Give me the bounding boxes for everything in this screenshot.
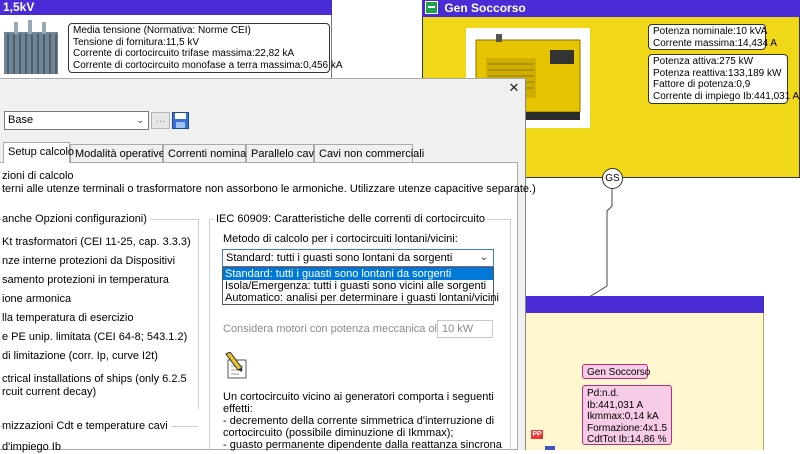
iec-group-border-left <box>209 219 210 450</box>
iec-group-title: IEC 60909: Caratteristiche delle corrent… <box>214 213 488 226</box>
left-group-border-right <box>198 219 199 409</box>
line-details-box: Pd:n.d. Ib:441,031 A Ikmmax:0,14 kA Form… <box>582 385 672 445</box>
tab-label: Correnti nominali <box>168 148 252 160</box>
tab-parallelo-cavi[interactable]: Parallelo cavi <box>246 144 317 162</box>
option-label[interactable]: nze interne protezioni da Dispositivi <box>2 255 175 268</box>
option-label[interactable]: e PE unip. limitata (CEI 64-8; 543.1.2) <box>2 331 187 344</box>
tab-modalita-operative[interactable]: Modalità operative <box>70 144 165 162</box>
bottom-group-title: mizzazioni Cdt e temperature cavi <box>2 420 171 433</box>
generator-panel-header: Gen Soccorso <box>422 0 800 17</box>
dialog-close-button[interactable]: ✕ <box>505 80 523 96</box>
option-label[interactable]: di limitazione (corr. Ip, curve I2t) <box>2 350 158 363</box>
option-label-continued: rcuit current decay) <box>2 386 97 398</box>
generator-panel-title: Gen Soccorso <box>444 1 526 15</box>
generator-rating-line: Corrente massima:14,434 A <box>653 37 777 49</box>
left-panel-title: 1,5kV <box>3 0 35 14</box>
option-label[interactable]: lla temperatura di esercizio <box>2 312 133 325</box>
tab-label: Setup calcolo <box>8 146 75 158</box>
options-note: terni alle utenze terminali o trasformat… <box>2 183 536 195</box>
transformer-info-line: Corrente di cortocircuito trifase massim… <box>73 48 295 59</box>
method-option-automatico[interactable]: Automatico: analisi per determinare i gu… <box>223 292 499 304</box>
generator-rating-line: Potenza nominale:10 kVA <box>653 26 768 37</box>
method-label: Metodo di calcolo per i cortocircuiti lo… <box>223 233 458 245</box>
profile-select[interactable]: Base ⌄ <box>4 111 149 130</box>
option-label[interactable]: Kt trasformatori (CEI 11-25, cap. 3.3.3) <box>2 236 191 249</box>
option-label[interactable]: ione armonica <box>2 293 71 306</box>
tab-setup-calcolo[interactable]: Setup calcolo <box>3 142 74 163</box>
gs-symbol-label: GS <box>605 173 620 184</box>
transformer-info-line: Corrente di cortocircuito monofase a ter… <box>73 59 343 71</box>
method-select-value: Standard: tutti i guasti sono lontani da… <box>226 252 453 264</box>
line-detail: Ikmmax:0,14 kA <box>587 411 659 422</box>
left-group-title: anche Opzioni configurazioni) <box>2 213 150 226</box>
pp-badge: PP <box>531 430 543 439</box>
gen-soccorso-node-label[interactable]: Gen Soccorso <box>582 364 651 379</box>
gs-symbol[interactable]: GS <box>602 168 623 189</box>
method-option-standard[interactable]: Standard: tutti i guasti sono lontani da… <box>223 268 493 280</box>
method-option-isola[interactable]: Isola/Emergenza: tutti i guasti sono vic… <box>223 280 493 292</box>
motors-value-field[interactable]: 10 kW <box>437 320 493 338</box>
profile-browse-button[interactable]: ... <box>151 112 170 129</box>
close-icon: ✕ <box>508 80 520 95</box>
chevron-down-icon: ⌄ <box>136 115 144 125</box>
minimize-icon[interactable] <box>425 1 438 15</box>
generator-rating-box: Potenza nominale:10 kVA Corrente massima… <box>648 24 777 50</box>
browse-button-label: ... <box>155 113 166 125</box>
iec-group-border-right <box>510 219 511 450</box>
transformer-info-box: Media tensione (Normativa: Norme CEI) Te… <box>68 23 343 73</box>
lower-panel-header <box>526 296 764 313</box>
chevron-down-icon: ⌄ <box>479 252 488 263</box>
save-icon[interactable] <box>172 112 189 129</box>
profile-select-value: Base <box>8 114 34 126</box>
line-detail: Formazione:4x1.5 <box>587 422 668 434</box>
note-pencil-icon <box>224 351 248 380</box>
option-label[interactable]: ctrical installations of ships (only 6.2… <box>2 373 187 386</box>
note-line: Un cortocircuito vicino ai generatori co… <box>223 391 494 403</box>
pp-badge-text: PP <box>532 431 542 438</box>
motors-value: 10 kW <box>442 323 474 335</box>
generator-power-box: Potenza attiva:275 kW Potenza reattiva:1… <box>648 54 800 104</box>
method-select[interactable]: Standard: tutti i guasti sono lontani da… <box>222 249 494 267</box>
line-detail: Pd:n.d. <box>587 388 619 399</box>
left-panel-header: 1,5kV <box>0 0 332 15</box>
node-label-text: Gen Soccorso <box>587 367 651 378</box>
line-detail: Ib:441,031 A <box>587 399 644 411</box>
tab-cavi-non-commerciali[interactable]: Cavi non commerciali <box>314 144 424 162</box>
tab-label: Parallelo cavi <box>251 148 317 160</box>
generator-power-line: Fattore di potenza:0,9 <box>653 79 751 90</box>
bottom-group-cut-text: d'impiego Ib <box>2 441 61 453</box>
generator-power-line: Potenza attiva:275 kW <box>653 56 754 67</box>
motors-label: Considera motori con potenza meccanica o… <box>223 323 453 335</box>
line-detail: CdtTot Ib:14,86 % <box>587 434 667 445</box>
option-label[interactable]: samento protezioni in temperatura <box>2 274 169 287</box>
options-title: zioni di calcolo <box>2 170 74 182</box>
tab-label: Modalità operative <box>75 148 165 160</box>
note-line: - guasto permanente dipendente dalla rea… <box>223 439 502 451</box>
method-option-label: Isola/Emergenza: tutti i guasti sono vic… <box>225 280 487 292</box>
transformer-info-line: Tensione di fornitura:11,5 kV <box>73 36 200 48</box>
tab-label: Cavi non commerciali <box>319 148 425 160</box>
method-option-label: Standard: tutti i guasti sono lontani da… <box>225 268 452 280</box>
generator-power-line: Corrente di impiego Ib:441,031 A <box>653 90 800 102</box>
method-dropdown-list: Standard: tutti i guasti sono lontani da… <box>222 267 499 305</box>
generator-power-line: Potenza reattiva:133,189 kW <box>653 67 782 79</box>
method-option-label: Automatico: analisi per determinare i gu… <box>225 292 499 304</box>
transformer-image <box>0 18 64 76</box>
tab-page <box>0 162 518 450</box>
transformer-info-line: Media tensione (Normativa: Norme CEI) <box>73 25 251 36</box>
tab-correnti-nominali[interactable]: Correnti nominali <box>163 144 251 162</box>
small-marker <box>545 446 555 450</box>
